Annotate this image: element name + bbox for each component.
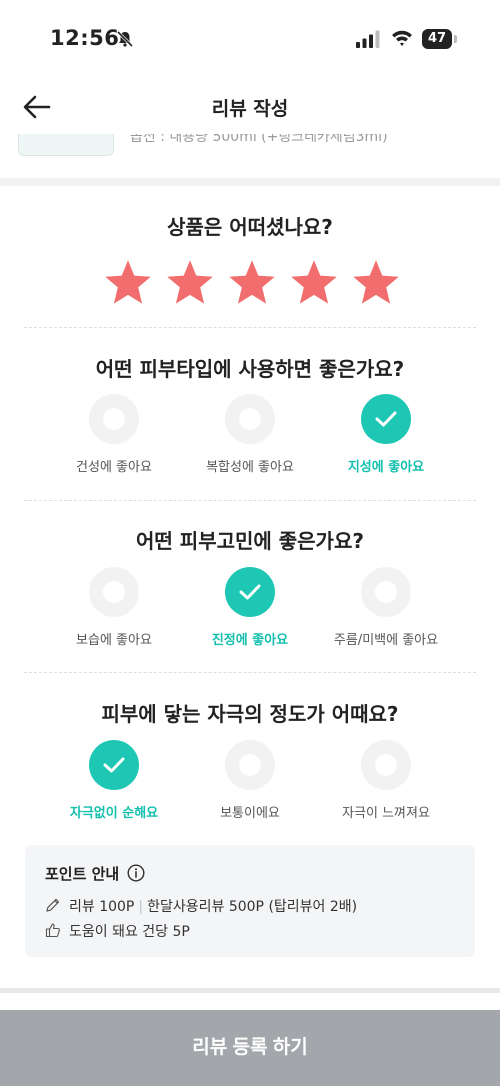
star-rating [102, 258, 402, 310]
option-wrinkle-whitening[interactable]: 주름/미백에 좋아요 [316, 567, 456, 648]
pencil-icon [46, 898, 60, 912]
bell-muted-icon [116, 30, 134, 48]
skin-type-question: 어떤 피부타입에 사용하면 좋은가요? [95, 357, 405, 381]
dashed-divider [24, 327, 476, 328]
option-normal[interactable]: 보통이에요 [180, 740, 320, 821]
option-label: 지성에 좋아요 [347, 460, 425, 475]
product-summary: 옵션 : 내용량 500ml (+링크테카세럼3ml) [0, 134, 500, 178]
radio-selected[interactable] [89, 740, 139, 790]
option-label: 자극없이 순해요 [69, 806, 159, 821]
section-divider [0, 178, 500, 186]
option-label: 보통이에요 [220, 806, 280, 821]
battery-level: 47 [422, 29, 452, 49]
review-points-line: 리뷰 100P | 한달사용리뷰 500P (탑리뷰어 2배) [45, 896, 357, 916]
rating-question: 상품은 어떠셨나요? [167, 215, 333, 239]
star-icon-3[interactable] [226, 258, 278, 308]
option-label: 보습에 좋아요 [76, 633, 152, 648]
radio-unselected[interactable] [89, 567, 139, 617]
radio-unselected[interactable] [89, 394, 139, 444]
option-label: 자극이 느껴져요 [342, 806, 430, 821]
submit-review-button[interactable]: 리뷰 등록 하기 [0, 1010, 500, 1086]
irritation-question: 피부에 닿는 자극의 정도가 어때요? [101, 702, 399, 726]
check-icon [239, 584, 261, 600]
battery-icon: 47 [422, 29, 458, 49]
top-app-bar: 리뷰 작성 [0, 80, 500, 134]
radio-selected[interactable] [225, 567, 275, 617]
radio-unselected[interactable] [361, 740, 411, 790]
option-irritating[interactable]: 자극이 느껴져요 [316, 740, 456, 821]
star-icon-1[interactable] [102, 258, 154, 308]
point-info-title: 포인트 안내 [45, 865, 120, 883]
option-moisturizing[interactable]: 보습에 좋아요 [44, 567, 184, 648]
option-combination-skin[interactable]: 복합성에 좋아요 [180, 394, 320, 475]
helpful-points: 도움이 돼요 건당 5P [69, 924, 190, 940]
cellular-signal-icon [356, 30, 380, 48]
product-option: 옵션 : 내용량 500ml (+링크테카세럼3ml) [130, 134, 388, 145]
skin-concern-question: 어떤 피부고민에 좋은가요? [136, 529, 364, 553]
option-oily-skin[interactable]: 지성에 좋아요 [316, 394, 456, 475]
radio-unselected[interactable] [225, 740, 275, 790]
status-time: 12:56 [50, 26, 120, 50]
dashed-divider [24, 672, 476, 673]
option-label: 주름/미백에 좋아요 [333, 633, 439, 648]
check-icon [375, 411, 397, 427]
dashed-divider [24, 500, 476, 501]
section-divider [0, 988, 500, 993]
radio-selected[interactable] [361, 394, 411, 444]
month-review-points: 한달사용리뷰 500P (탑리뷰어 2배) [147, 899, 358, 915]
option-label: 건성에 좋아요 [76, 460, 152, 475]
check-icon [103, 757, 125, 773]
review-points: 리뷰 100P [69, 899, 135, 915]
option-gentle[interactable]: 자극없이 순해요 [44, 740, 184, 821]
option-label: 진정에 좋아요 [211, 633, 289, 648]
star-icon-5[interactable] [350, 258, 402, 308]
point-info-box: 포인트 안내 리뷰 100P | 한달사용리뷰 500P (탑리뷰어 2배) 도움이… [25, 845, 475, 957]
wifi-icon [392, 30, 412, 46]
option-dry-skin[interactable]: 건성에 좋아요 [44, 394, 184, 475]
radio-unselected[interactable] [361, 567, 411, 617]
product-thumbnail [18, 134, 114, 156]
page-title: 리뷰 작성 [211, 98, 289, 120]
info-icon[interactable] [127, 864, 145, 882]
status-bar: 12:56 47 [0, 0, 500, 80]
option-soothing[interactable]: 진정에 좋아요 [180, 567, 320, 648]
option-label: 복합성에 좋아요 [206, 460, 294, 475]
star-icon-2[interactable] [164, 258, 216, 308]
thumbs-up-icon [45, 923, 60, 938]
radio-unselected[interactable] [225, 394, 275, 444]
star-icon-4[interactable] [288, 258, 340, 308]
helpful-points-line: 도움이 돼요 건당 5P [45, 921, 190, 941]
